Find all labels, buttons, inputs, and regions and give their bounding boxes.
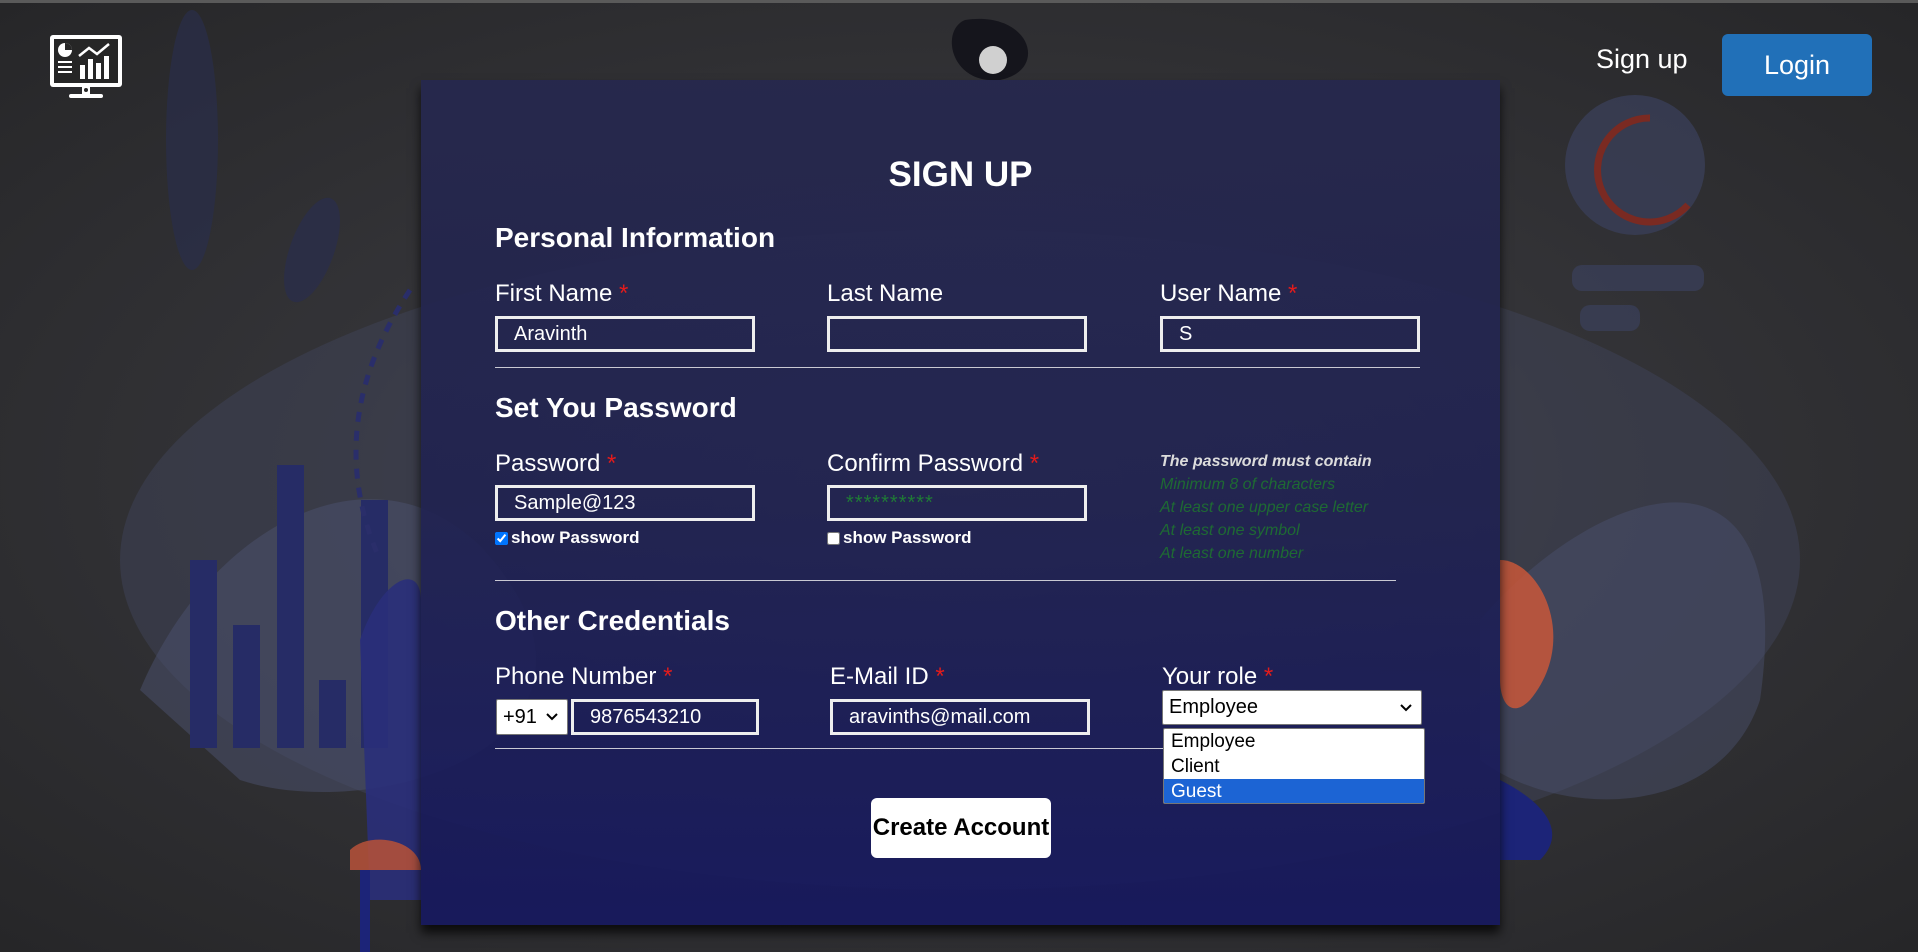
show-confirm-password-checkbox[interactable] [827,531,840,545]
chevron-down-icon [1400,704,1412,712]
role-label: Your role * [1162,663,1273,691]
user-name-input[interactable] [1160,316,1420,352]
confirm-password-label: Confirm Password * [827,450,1039,478]
show-password-toggle[interactable]: show Password [495,528,639,548]
email-input[interactable] [830,699,1090,735]
first-name-input[interactable] [495,316,755,352]
last-name-input[interactable] [827,316,1087,352]
password-label-text: Password [495,450,601,477]
confirm-password-input[interactable] [827,485,1087,521]
password-rule: At least one number [1160,545,1304,562]
show-password-checkbox[interactable] [495,531,508,545]
show-confirm-password-label: show Password [843,528,972,547]
logo-monitor-icon[interactable] [47,32,125,100]
user-name-label: User Name * [1160,280,1297,308]
country-code-value: +91 [503,705,537,728]
role-option-employee[interactable]: Employee [1164,729,1424,754]
show-confirm-password-toggle[interactable]: show Password [827,528,971,548]
nav-signup-link[interactable]: Sign up [1596,44,1688,75]
email-label: E-Mail ID * [830,663,945,691]
password-label: Password * [495,450,616,478]
chevron-down-icon [546,713,558,721]
create-account-button[interactable]: Create Account [871,798,1051,858]
phone-label-text: Phone Number [495,663,657,690]
signup-card: SIGN UP Personal Information First Name … [421,80,1500,925]
first-name-label: First Name * [495,280,628,308]
email-label-text: E-Mail ID [830,663,929,690]
section-title-password: Set You Password [495,392,737,423]
role-option-client[interactable]: Client [1164,754,1424,779]
password-rules: The password must contain Minimum 8 of c… [1160,450,1372,565]
required-marker: * [1288,280,1298,307]
required-marker: * [935,663,945,690]
role-dropdown-list: Employee Client Guest [1163,728,1425,804]
user-name-label-text: User Name [1160,280,1282,307]
required-marker: * [1029,450,1040,477]
password-input[interactable] [495,485,755,521]
section-title-other: Other Credentials [495,605,730,636]
required-marker: * [607,450,617,477]
section-divider [495,367,1420,368]
role-option-guest[interactable]: Guest [1164,779,1424,803]
show-password-label: show Password [511,528,640,547]
country-code-select[interactable]: +91 [496,699,568,735]
last-name-label: Last Name [827,280,944,307]
confirm-password-label-text: Confirm Password [827,450,1024,477]
nav-login-button[interactable]: Login [1722,34,1872,96]
phone-label: Phone Number * [495,663,672,691]
role-select[interactable]: Employee [1162,690,1422,725]
password-rule: Minimum 8 of characters [1160,476,1336,493]
password-rules-heading: The password must contain [1160,453,1372,470]
form-title: SIGN UP [888,155,1033,194]
password-rule: At least one upper case letter [1160,499,1369,516]
required-marker: * [663,663,673,690]
first-name-label-text: First Name [495,280,613,307]
required-marker: * [1263,663,1274,690]
required-marker: * [619,280,629,307]
role-select-value: Employee [1169,696,1258,718]
section-title-personal: Personal Information [495,222,776,253]
phone-input[interactable] [571,699,759,735]
password-rule: At least one symbol [1160,522,1300,539]
section-divider [495,580,1396,581]
role-label-text: Your role [1162,663,1258,690]
